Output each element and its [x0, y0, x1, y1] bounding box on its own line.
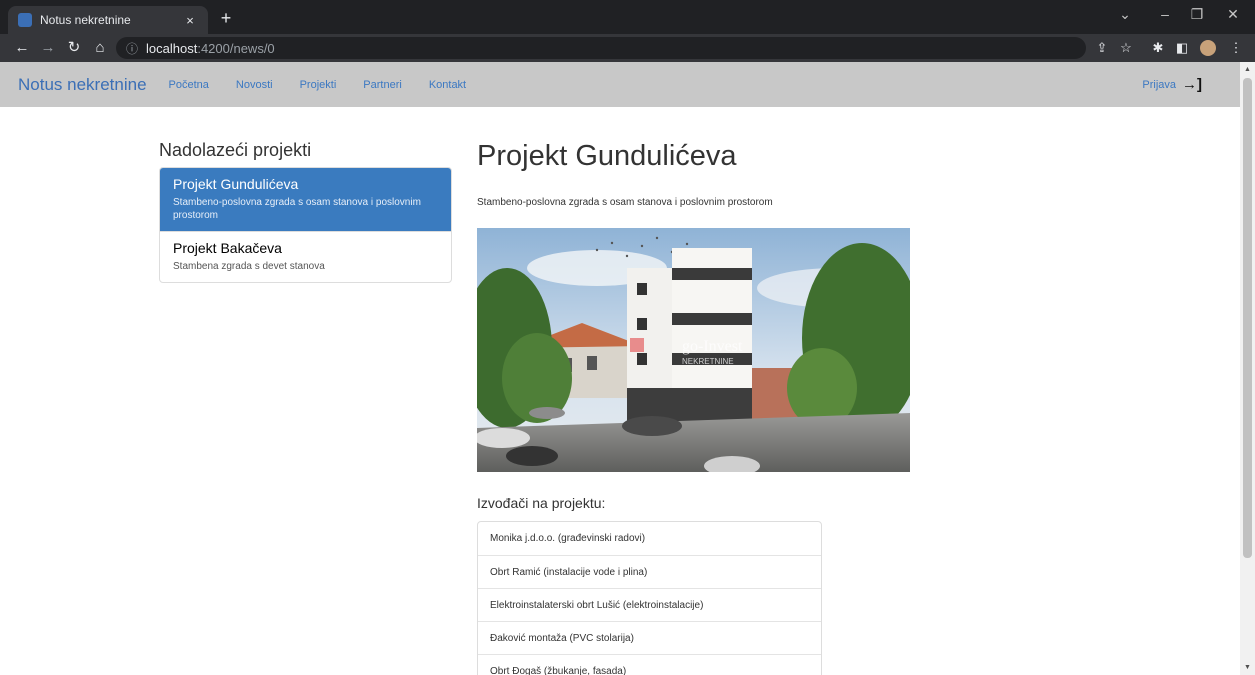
web-page: Notus nekretnine Početna Novosti Projekt…	[0, 62, 1240, 675]
watermark-sub: NEKRETNINE	[682, 357, 734, 366]
home-icon[interactable]: ⌂	[90, 38, 110, 58]
login-arrow-icon: →]	[1182, 76, 1202, 93]
address-bar[interactable]: ⓘ localhost:4200/news/0	[116, 37, 1086, 59]
scrollbar-thumb[interactable]	[1243, 78, 1252, 558]
url-path: :4200/news/0	[197, 40, 275, 56]
building-rendering-svg: go-Invest NEKRETNINE	[477, 228, 910, 472]
nav-link-kontakt[interactable]: Kontakt	[429, 79, 466, 91]
sidebar-heading: Nadolazeći projekti	[159, 140, 312, 160]
browser-tab[interactable]: Notus nekretnine ×	[8, 6, 208, 34]
new-tab-button[interactable]: +	[216, 8, 236, 28]
nav-link-projekti[interactable]: Projekti	[300, 79, 337, 91]
project-item-desc: Stambena zgrada s devet stanova	[173, 261, 325, 272]
forward-arrow-icon[interactable]: →	[38, 38, 58, 58]
url-host: localhost	[146, 40, 198, 56]
tab-search-chevron-icon[interactable]: ⌄	[1110, 6, 1140, 23]
site-navbar: Notus nekretnine Početna Novosti Projekt…	[0, 62, 1240, 107]
nav-link-partneri[interactable]: Partneri	[363, 79, 402, 91]
login-link[interactable]: Prijava →]	[1142, 76, 1202, 93]
list-item: Đaković montaža (PVC stolarija)	[478, 621, 821, 654]
project-item-title: Projekt Bakačeva	[173, 240, 282, 256]
project-list-item-gunduliceva[interactable]: Projekt Gundulićeva Stambeno-poslovna zg…	[160, 168, 451, 231]
project-item-desc: Stambeno-poslovna zgrada s osam stanova …	[173, 197, 421, 221]
project-item-title: Projekt Gundulićeva	[173, 176, 299, 192]
side-panel-icon[interactable]: ◧	[1172, 38, 1192, 58]
extensions-puzzle-icon[interactable]: ✱	[1148, 38, 1168, 58]
list-item: Obrt Ramić (instalacije vode i plina)	[478, 555, 821, 588]
contractors-heading: Izvođači na projektu:	[477, 495, 606, 511]
page-scrollbar[interactable]: ▲ ▼	[1240, 62, 1255, 675]
project-list: Projekt Gundulićeva Stambeno-poslovna zg…	[159, 167, 452, 283]
project-rendering-image: go-Invest NEKRETNINE	[477, 228, 910, 472]
tab-title: Notus nekretnine	[40, 13, 131, 27]
bookmark-star-icon[interactable]: ☆	[1116, 38, 1136, 58]
scroll-up-arrow-icon[interactable]: ▲	[1240, 66, 1255, 73]
project-detail: Projekt Gundulićeva Stambeno-poslovna zg…	[477, 140, 917, 675]
watermark-brand: go-Invest	[682, 338, 743, 355]
contractors-list: Monika j.d.o.o. (građevinski radovi) Obr…	[477, 521, 822, 675]
login-label: Prijava	[1142, 78, 1176, 91]
reload-icon[interactable]: ↻	[64, 38, 84, 58]
project-list-item-bakaceva[interactable]: Projekt Bakačeva Stambena zgrada s devet…	[160, 231, 451, 282]
list-item: Monika j.d.o.o. (građevinski radovi)	[490, 533, 646, 544]
maximize-icon[interactable]: ❐	[1182, 6, 1212, 23]
site-favicon-icon	[18, 13, 32, 27]
page-title: Projekt Gundulićeva	[477, 140, 737, 172]
nav-link-pocetna[interactable]: Početna	[169, 79, 209, 91]
list-item: Elektroinstalaterski obrt Lušić (elektro…	[478, 588, 821, 621]
site-brand[interactable]: Notus nekretnine	[18, 75, 147, 95]
upcoming-projects-sidebar: Nadolazeći projekti Projekt Gundulićeva …	[159, 140, 452, 283]
tab-close-icon[interactable]: ×	[182, 13, 198, 28]
nav-link-novosti[interactable]: Novosti	[236, 79, 273, 91]
browser-tab-bar: Notus nekretnine × + ⌄ – ❐ ✕	[0, 0, 1255, 34]
browser-menu-icon[interactable]: ⋮	[1226, 38, 1246, 58]
close-window-icon[interactable]: ✕	[1218, 6, 1248, 23]
browser-toolbar: ← → ↻ ⌂ ⓘ localhost:4200/news/0 ⇪ ☆ ✱ ◧ …	[0, 34, 1255, 62]
minimize-icon[interactable]: –	[1150, 6, 1180, 22]
project-subtitle: Stambeno-poslovna zgrada s osam stanova …	[477, 197, 773, 208]
share-icon[interactable]: ⇪	[1092, 38, 1112, 58]
back-arrow-icon[interactable]: ←	[12, 38, 32, 58]
list-item: Obrt Đogaš (žbukanje, fasada)	[478, 654, 821, 675]
site-info-icon[interactable]: ⓘ	[126, 40, 138, 57]
scroll-down-arrow-icon[interactable]: ▼	[1240, 664, 1255, 671]
profile-avatar[interactable]	[1200, 40, 1216, 56]
